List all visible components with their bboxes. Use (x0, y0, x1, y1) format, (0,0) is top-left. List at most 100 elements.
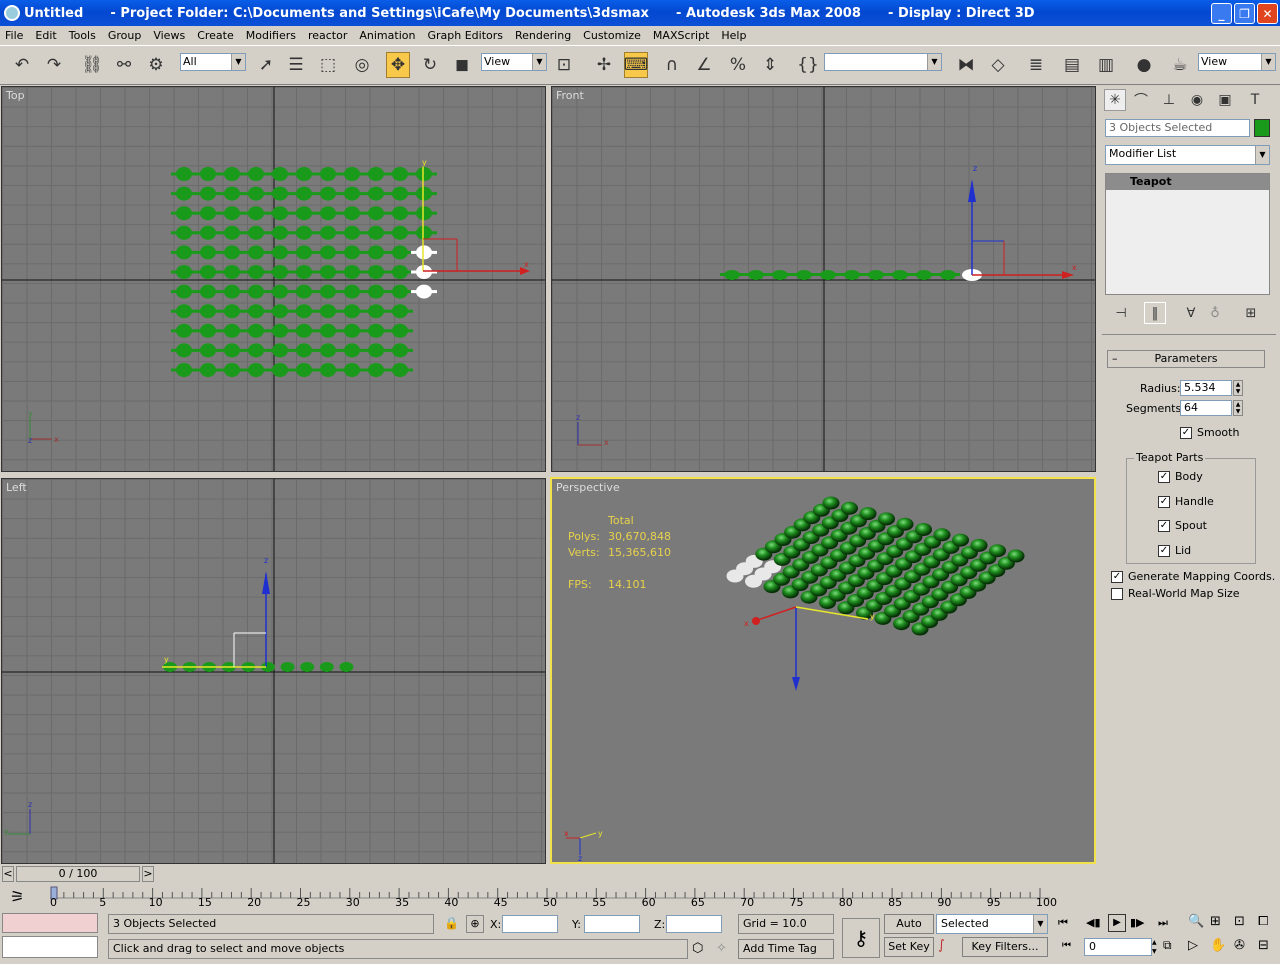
teapot[interactable] (363, 265, 389, 279)
teapot[interactable] (219, 186, 245, 201)
teapot[interactable] (219, 343, 245, 358)
teapot[interactable] (387, 343, 413, 358)
menu-animation[interactable]: Animation (359, 29, 415, 42)
chevron-left-icon[interactable]: < (2, 866, 14, 882)
teapot[interactable] (411, 225, 437, 240)
teapot[interactable] (280, 662, 295, 672)
teapot[interactable] (339, 206, 365, 221)
unlink-icon[interactable]: ⚯ (112, 52, 136, 78)
transform-mode-icon[interactable]: ⊕ (466, 915, 484, 933)
teapot[interactable] (267, 284, 293, 299)
teapot[interactable] (171, 363, 197, 377)
zoom-all-icon[interactable]: ⊞ (1210, 914, 1221, 929)
teapot[interactable] (339, 304, 365, 319)
teapot[interactable] (315, 265, 341, 279)
viewport-front[interactable]: Front z x z x (551, 86, 1096, 472)
previous-frame-icon[interactable]: ◀▮ (1086, 916, 1101, 929)
teapot[interactable] (933, 528, 951, 542)
manipulate-icon[interactable]: ✢ (592, 52, 616, 78)
create-tab-icon[interactable]: ✳ (1104, 89, 1126, 111)
teapot[interactable] (267, 186, 293, 201)
teapot[interactable] (387, 323, 413, 338)
teapot[interactable] (363, 304, 389, 319)
menu-customize[interactable]: Customize (583, 29, 641, 42)
set-key-button[interactable]: Set Key (884, 937, 934, 957)
key-filters-button[interactable]: Key Filters... (962, 937, 1048, 957)
teapot[interactable] (171, 284, 197, 299)
teapot[interactable] (411, 265, 437, 279)
teapot[interactable] (291, 225, 317, 240)
teapot[interactable] (387, 245, 413, 260)
teapot[interactable] (171, 304, 197, 319)
next-frame-icon[interactable]: ▮▶ (1130, 916, 1145, 929)
select-move-icon[interactable]: ✥ (386, 52, 410, 78)
teapot[interactable] (267, 304, 293, 319)
teapot[interactable] (291, 363, 317, 377)
teapot[interactable] (219, 167, 245, 181)
teapot[interactable] (171, 186, 197, 201)
keyboard-shortcut-override-icon[interactable]: ⌨ (624, 52, 648, 78)
teapot[interactable] (267, 323, 293, 338)
key-tangent-icon[interactable]: ∫ (938, 938, 956, 958)
selection-filter-dropdown[interactable]: All ▼ (180, 53, 246, 71)
menu-tools[interactable]: Tools (69, 29, 96, 42)
pan-icon[interactable]: ✋ (1210, 938, 1226, 953)
segments-spinner-icon[interactable]: ▲ ▼ (1233, 400, 1243, 416)
z-coord-input[interactable] (666, 915, 722, 933)
teapot[interactable] (195, 343, 221, 358)
teapot[interactable] (267, 343, 293, 358)
teapot[interactable] (291, 186, 317, 201)
teapot[interactable] (387, 186, 413, 201)
bind-space-warp-icon[interactable]: ⚙ (144, 52, 168, 78)
teapot[interactable] (195, 323, 221, 338)
teapot[interactable] (291, 167, 317, 181)
radius-spinner-icon[interactable]: ▲ ▼ (1233, 380, 1243, 396)
add-time-tag-button[interactable]: Add Time Tag (738, 939, 834, 959)
select-scale-icon[interactable]: ◼ (450, 52, 474, 78)
teapot[interactable] (291, 323, 317, 338)
schematic-view-icon[interactable]: ▥ (1094, 52, 1118, 78)
zoom-icon[interactable]: 🔍 (1188, 914, 1204, 929)
current-frame-input[interactable]: 0 (1084, 938, 1152, 956)
reference-coord-dropdown[interactable]: View ▼ (481, 53, 547, 71)
teapot[interactable] (387, 284, 413, 299)
maximize-viewport-icon[interactable]: ⊟ (1258, 938, 1269, 953)
teapot[interactable] (720, 270, 744, 280)
teapot[interactable] (888, 270, 912, 280)
teapot[interactable] (878, 512, 895, 526)
teapot[interactable] (243, 167, 269, 181)
teapot[interactable] (291, 284, 317, 299)
teapot[interactable] (219, 284, 245, 299)
select-by-name-icon[interactable]: ☰ (284, 52, 308, 78)
frame-spinner-icon[interactable]: ▲ ▼ (1152, 938, 1160, 956)
teapot[interactable] (315, 186, 341, 201)
go-to-start-icon[interactable]: ⏮ (1058, 916, 1068, 930)
time-configuration-icon[interactable]: ⧉ (1163, 938, 1179, 956)
teapot[interactable] (300, 662, 315, 672)
teapot[interactable] (363, 206, 389, 221)
teapot[interactable] (387, 167, 413, 181)
stack-item-teapot[interactable]: Teapot (1106, 174, 1269, 190)
teapot[interactable] (243, 206, 269, 221)
teapot[interactable] (243, 186, 269, 201)
redo-icon[interactable]: ↷ (42, 52, 66, 78)
window-crossing-icon[interactable]: ◎ (350, 52, 374, 78)
minimize-button[interactable]: _ (1211, 3, 1232, 24)
object-color-swatch[interactable] (1254, 119, 1270, 137)
teapot[interactable] (363, 323, 389, 338)
teapot[interactable] (195, 225, 221, 240)
real-world-map-checkbox[interactable]: Real-World Map Size (1111, 587, 1240, 600)
menu-file[interactable]: File (5, 29, 23, 42)
teapot[interactable] (219, 363, 245, 377)
teapot[interactable] (171, 245, 197, 260)
teapot[interactable] (243, 245, 269, 260)
teapot[interactable] (411, 167, 437, 181)
teapot[interactable] (291, 304, 317, 319)
teapot[interactable] (315, 206, 341, 221)
teapot[interactable] (267, 225, 293, 240)
segments-input[interactable]: 64 (1180, 400, 1232, 416)
teapot[interactable] (267, 206, 293, 221)
menu-help[interactable]: Help (721, 29, 746, 42)
snap-toggle-icon[interactable]: ∩ (660, 52, 684, 78)
menu-graph-editors[interactable]: Graph Editors (427, 29, 503, 42)
